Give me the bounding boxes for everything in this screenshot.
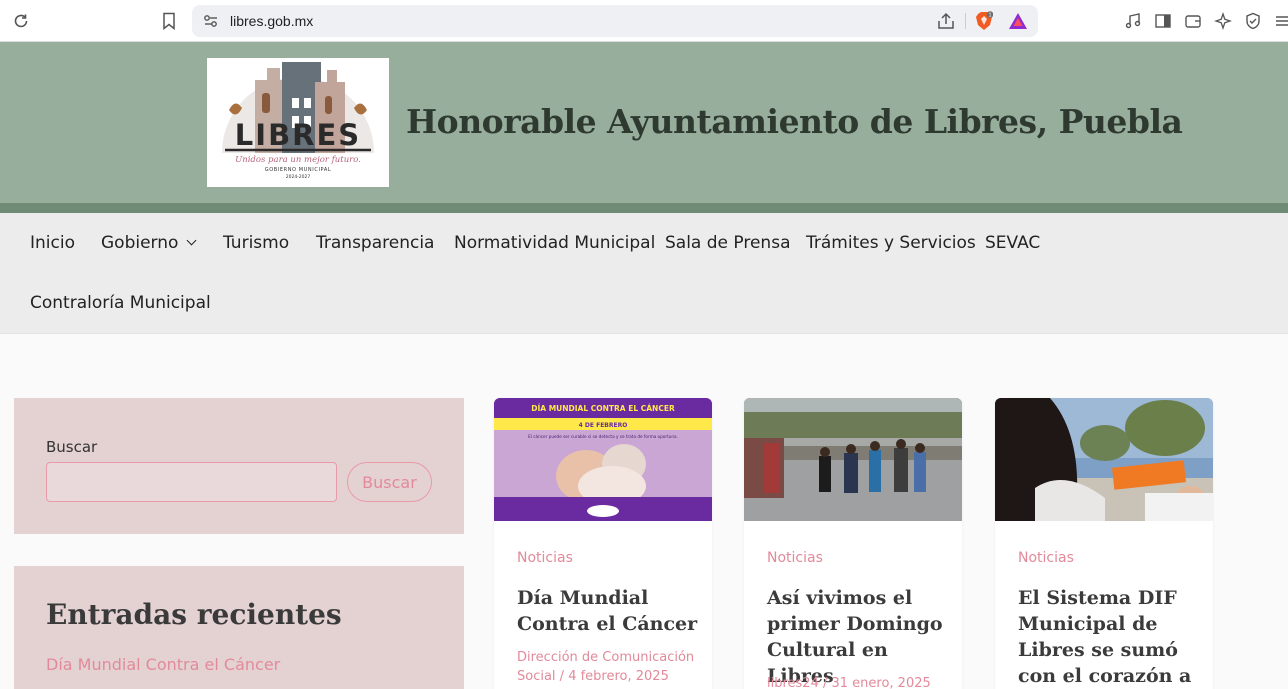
site-title[interactable]: Honorable Ayuntamiento de Libres, Puebla	[406, 102, 1183, 141]
browser-toolbar: libres.gob.mx 1	[0, 0, 1288, 42]
site-settings-icon[interactable]	[202, 12, 220, 30]
post-category[interactable]: Noticias	[767, 550, 823, 566]
brave-badge-count: 1	[988, 12, 991, 18]
post-meta[interactable]: Dirección de Comunicación Social / 4 feb…	[517, 648, 702, 686]
sidebar-toggle-icon[interactable]	[1151, 9, 1175, 33]
brave-shields-icon[interactable]: 1	[975, 11, 994, 31]
search-widget: Buscar Buscar	[14, 398, 464, 534]
nav-item-sala-de-prensa[interactable]: Sala de Prensa	[665, 233, 790, 253]
nav-item-gobierno[interactable]: Gobierno	[101, 233, 197, 253]
leo-ai-icon[interactable]	[1211, 9, 1235, 33]
header-divider-band	[0, 203, 1288, 213]
search-input[interactable]	[46, 462, 337, 502]
nav-item-contraloria[interactable]: Contraloría Municipal	[30, 293, 211, 313]
recent-posts-title: Entradas recientes	[46, 598, 342, 631]
address-bar[interactable]: libres.gob.mx 1	[192, 5, 1038, 37]
site-header: LIBRES Unidos para un mejor futuro. GOBI…	[0, 42, 1288, 203]
post-title[interactable]: El Sistema DIF Municipal de Libres se su…	[1018, 585, 1208, 689]
site-logo[interactable]: LIBRES Unidos para un mejor futuro. GOBI…	[207, 58, 389, 187]
recent-posts-widget: Entradas recientes Día Mundial Contra el…	[14, 566, 464, 689]
address-divider	[965, 13, 966, 29]
reload-icon[interactable]	[9, 9, 33, 33]
nav-item-inicio[interactable]: Inicio	[30, 233, 75, 253]
logo-wordmark: LIBRES	[235, 118, 361, 152]
logo-subtitle: GOBIERNO MUNICIPAL	[265, 167, 331, 173]
vpn-shield-icon[interactable]	[1241, 9, 1265, 33]
thumb-message-text: El cáncer puede ser curable si se detect…	[528, 434, 678, 439]
url-text[interactable]: libres.gob.mx	[230, 13, 313, 29]
nav-item-transparencia[interactable]: Transparencia	[316, 233, 434, 253]
bookmark-icon[interactable]	[157, 9, 181, 33]
post-card: Noticias Así vivimos el primer Domingo C…	[744, 398, 962, 689]
nav-item-sevac[interactable]: SEVAC	[985, 233, 1040, 253]
search-button[interactable]: Buscar	[347, 462, 432, 502]
nav-item-gobierno-label: Gobierno	[101, 233, 179, 253]
search-label: Buscar	[46, 438, 98, 456]
thumb-banner-text: DÍA MUNDIAL CONTRA EL CÁNCER	[531, 404, 675, 413]
nav-item-tramites[interactable]: Trámites y Servicios	[806, 233, 976, 253]
share-icon[interactable]	[936, 11, 956, 31]
nav-item-turismo[interactable]: Turismo	[223, 233, 289, 253]
post-thumbnail[interactable]	[995, 398, 1213, 521]
logo-years: 2024-2027	[286, 174, 311, 180]
post-category[interactable]: Noticias	[1018, 550, 1074, 566]
menu-icon[interactable]	[1270, 9, 1288, 33]
post-title[interactable]: Día Mundial Contra el Cáncer	[517, 585, 707, 637]
music-icon[interactable]	[1121, 9, 1145, 33]
post-card: DÍA MUNDIAL CONTRA EL CÁNCER 4 DE FEBRER…	[494, 398, 712, 689]
post-card: Noticias El Sistema DIF Municipal de Lib…	[995, 398, 1213, 689]
recent-post-link[interactable]: Día Mundial Contra el Cáncer	[46, 655, 280, 674]
post-meta[interactable]: libres24 / 31 enero, 2025	[767, 674, 952, 689]
wallet-icon[interactable]	[1181, 9, 1205, 33]
brave-rewards-icon[interactable]	[1008, 12, 1028, 30]
thumb-date-text: 4 DE FEBRERO	[579, 422, 628, 429]
main-navigation: Inicio Gobierno Turismo Transparencia No…	[0, 213, 1288, 334]
logo-tagline: Unidos para un mejor futuro.	[235, 155, 361, 165]
chevron-down-icon	[186, 235, 197, 246]
nav-item-normatividad[interactable]: Normatividad Municipal	[454, 233, 655, 253]
post-thumbnail[interactable]: DÍA MUNDIAL CONTRA EL CÁNCER 4 DE FEBRER…	[494, 398, 712, 521]
post-category[interactable]: Noticias	[517, 550, 573, 566]
post-thumbnail[interactable]	[744, 398, 962, 521]
